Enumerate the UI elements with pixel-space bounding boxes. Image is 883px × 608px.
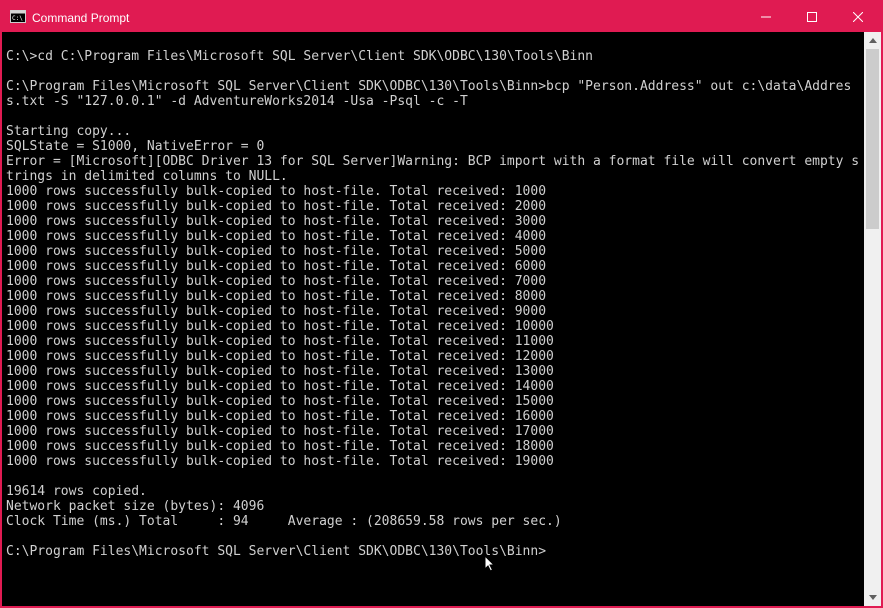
cmd-line-copy: 1000 rows successfully bulk-copied to ho… (6, 364, 860, 379)
cmd-line-error: Error = [Microsoft][ODBC Driver 13 for S… (6, 154, 860, 184)
cmd-line-copy: 1000 rows successfully bulk-copied to ho… (6, 319, 860, 334)
cmd-line-copy: 1000 rows successfully bulk-copied to ho… (6, 259, 860, 274)
terminal-output[interactable]: C:\>cd C:\Program Files\Microsoft SQL Se… (2, 32, 864, 606)
cmd-line-prompt: C:\Program Files\Microsoft SQL Server\Cl… (6, 544, 860, 559)
cmd-line-sqlstate: SQLState = S1000, NativeError = 0 (6, 139, 860, 154)
blank-line (6, 469, 860, 484)
cmd-line-copy: 1000 rows successfully bulk-copied to ho… (6, 274, 860, 289)
cmd-line-copy: 1000 rows successfully bulk-copied to ho… (6, 409, 860, 424)
close-button[interactable] (835, 2, 881, 32)
scroll-thumb[interactable] (866, 49, 879, 229)
cmd-line-copy: 1000 rows successfully bulk-copied to ho… (6, 304, 860, 319)
cmd-line-copy: 1000 rows successfully bulk-copied to ho… (6, 214, 860, 229)
scroll-down-arrow[interactable] (864, 589, 881, 606)
scrollbar[interactable] (864, 32, 881, 606)
cmd-line-packet: Network packet size (bytes): 4096 (6, 499, 860, 514)
cmd-line-bcp: C:\Program Files\Microsoft SQL Server\Cl… (6, 79, 860, 109)
blank-line (6, 34, 860, 49)
cmd-line-copy: 1000 rows successfully bulk-copied to ho… (6, 349, 860, 364)
blank-line (6, 64, 860, 79)
cmd-line-copy: 1000 rows successfully bulk-copied to ho… (6, 454, 860, 469)
cmd-line-copy: 1000 rows successfully bulk-copied to ho… (6, 184, 860, 199)
cmd-line-total: 19614 rows copied. (6, 484, 860, 499)
minimize-button[interactable] (743, 2, 789, 32)
scroll-up-arrow[interactable] (864, 32, 881, 49)
cmd-line-copy: 1000 rows successfully bulk-copied to ho… (6, 289, 860, 304)
blank-line (6, 109, 860, 124)
svg-text:C:\: C:\ (12, 15, 23, 22)
titlebar[interactable]: C:\ Command Prompt (2, 2, 881, 32)
scroll-track[interactable] (864, 49, 881, 589)
cmd-line-cd: C:\>cd C:\Program Files\Microsoft SQL Se… (6, 49, 860, 64)
cmd-line-copy: 1000 rows successfully bulk-copied to ho… (6, 394, 860, 409)
blank-line (6, 529, 860, 544)
cmd-line-copy: 1000 rows successfully bulk-copied to ho… (6, 334, 860, 349)
cmd-line-copy: 1000 rows successfully bulk-copied to ho… (6, 229, 860, 244)
cmd-line-copy: 1000 rows successfully bulk-copied to ho… (6, 244, 860, 259)
cmd-line-copy: 1000 rows successfully bulk-copied to ho… (6, 424, 860, 439)
cmd-line-clock: Clock Time (ms.) Total : 94 Average : (2… (6, 514, 860, 529)
content-wrap: C:\>cd C:\Program Files\Microsoft SQL Se… (2, 32, 881, 606)
cmd-icon: C:\ (10, 9, 26, 25)
cmd-line-starting: Starting copy... (6, 124, 860, 139)
cmd-line-copy: 1000 rows successfully bulk-copied to ho… (6, 199, 860, 214)
cmd-line-copy: 1000 rows successfully bulk-copied to ho… (6, 439, 860, 454)
cmd-line-copy: 1000 rows successfully bulk-copied to ho… (6, 379, 860, 394)
window-title: Command Prompt (32, 10, 129, 25)
maximize-button[interactable] (789, 2, 835, 32)
